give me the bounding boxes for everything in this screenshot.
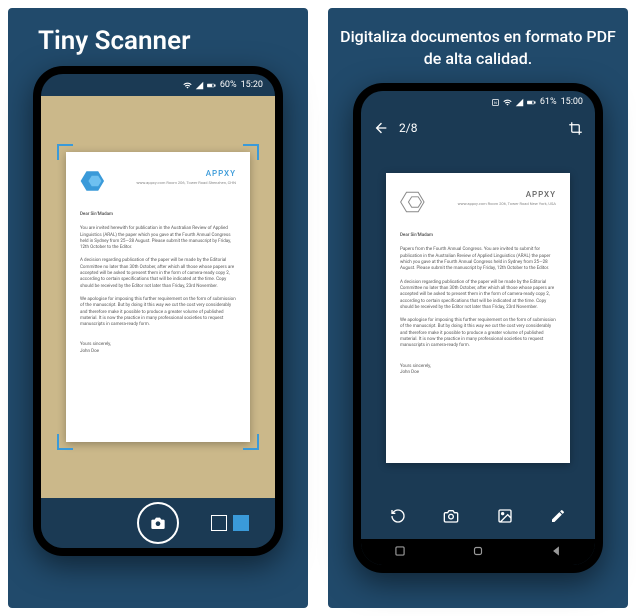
retake-button[interactable] (443, 508, 459, 524)
battery-text: 61% (540, 97, 557, 107)
wifi-icon (183, 81, 192, 90)
doc-company: APPXY (136, 168, 236, 179)
editor-header: 2/8 (361, 113, 595, 143)
camera-viewport: APPXY www.appxy.com Room 206, Tower Road… (41, 96, 275, 498)
time-text: 15:00 (561, 97, 583, 107)
doc-para-1: You are invited herewith for publication… (80, 226, 236, 251)
doc-para-2: A decision regarding publication of the … (80, 258, 236, 289)
status-icons (183, 81, 216, 90)
battery-text: 60% (220, 80, 237, 90)
phone-frame: 60% 15:20 APPXY www.appxy.com Room 206, … (33, 66, 283, 556)
doc-para-3: We apologise for imposing this further r… (80, 297, 236, 328)
app-title: Tiny Scanner (20, 26, 190, 56)
doc-address: www.appxy.com Room 206, Tower Road New Y… (458, 202, 556, 207)
phone-frame: N 61% 15:00 2/8 (353, 83, 603, 573)
document-preview: APPXY www.appxy.com Room 206, Tower Road… (361, 143, 595, 493)
wifi-icon (503, 98, 512, 107)
nav-back[interactable] (549, 543, 563, 562)
doc-address: www.appxy.com Room 206, Tower Road Shenz… (136, 181, 236, 186)
nfc-icon: N (491, 98, 500, 107)
doc-salutation: Dear Sir/Madam (400, 233, 556, 239)
battery-icon (207, 81, 216, 90)
time-text: 15:20 (241, 80, 263, 90)
promo-panel-2: Digitaliza documentos en formato PDF de … (328, 8, 628, 608)
doc-logo-icon (400, 189, 426, 215)
back-button[interactable] (373, 120, 389, 136)
doc-para-1: Papers from the Fourth Annual Congress. … (400, 247, 556, 272)
shutter-button[interactable] (137, 502, 179, 544)
status-bar: 60% 15:20 (41, 74, 275, 96)
rotate-button[interactable] (390, 508, 406, 524)
status-icons: N (491, 98, 536, 107)
crop-button[interactable] (568, 121, 583, 136)
doc-para-2: A decision regarding publication of the … (400, 280, 556, 311)
scanned-document: APPXY www.appxy.com Room 206, Tower Road… (66, 152, 250, 442)
doc-logo-icon (80, 168, 106, 194)
doc-company: APPXY (458, 189, 556, 200)
doc-signer: John Doe (400, 370, 556, 376)
nav-home[interactable] (471, 543, 485, 562)
doc-salutation: Dear Sir/Madam (80, 212, 236, 218)
mode-batch[interactable] (233, 515, 249, 531)
phone-screen: 60% 15:20 APPXY www.appxy.com Room 206, … (41, 74, 275, 548)
panel-subtitle: Digitaliza documentos en formato PDF de … (340, 26, 616, 69)
nav-recent[interactable] (393, 543, 407, 562)
battery-icon (527, 98, 536, 107)
promo-panel-1: Tiny Scanner 60% 15:20 (8, 8, 308, 608)
status-bar: N 61% 15:00 (361, 91, 595, 113)
page-indicator: 2/8 (399, 121, 417, 135)
svg-text:N: N (494, 101, 497, 105)
signal-icon (195, 81, 204, 90)
camera-bottom-bar (41, 498, 275, 548)
phone-screen: N 61% 15:00 2/8 (361, 91, 595, 565)
signal-icon (515, 98, 524, 107)
camera-icon (150, 515, 166, 531)
editor-bottom-bar (361, 493, 595, 539)
scanned-document: APPXY www.appxy.com Room 206, Tower Road… (386, 173, 570, 463)
gallery-button[interactable] (497, 508, 513, 524)
android-nav-bar (361, 539, 595, 565)
doc-para-3: We apologise for imposing this further r… (400, 318, 556, 349)
edit-button[interactable] (550, 508, 566, 524)
doc-signer: John Doe (80, 349, 236, 355)
mode-single[interactable] (211, 515, 227, 531)
